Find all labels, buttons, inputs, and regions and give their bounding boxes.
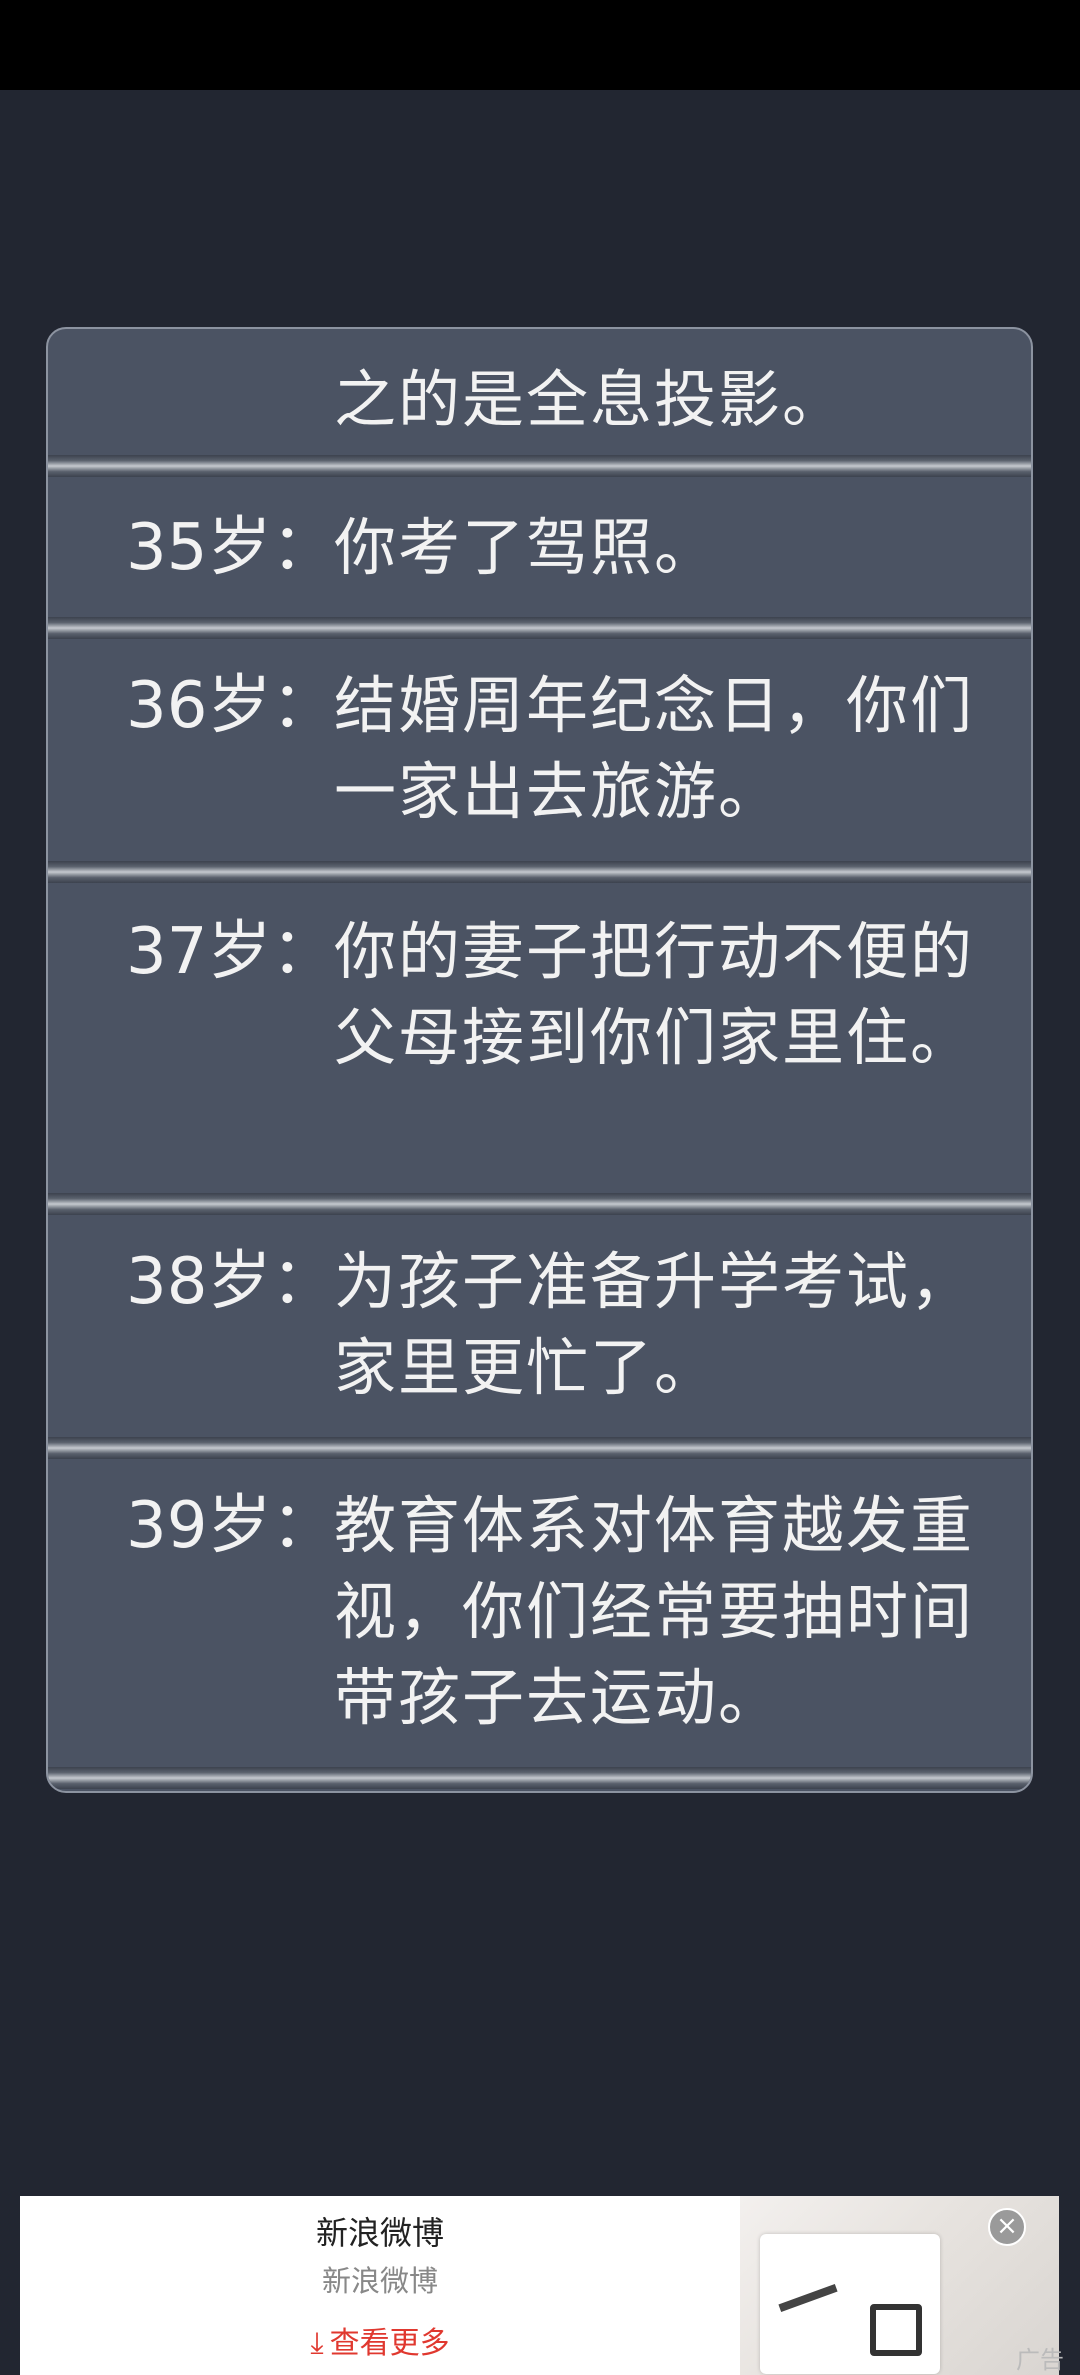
divider	[48, 455, 1031, 477]
event-text: 教育体系对体育越发重视，你们经常要抽时间带孩子去运动。	[334, 1489, 975, 1734]
life-event-36: 36岁： 结婚周年纪念日，你们一家出去旅游。	[48, 639, 1031, 861]
life-event-39: 39岁： 教育体系对体育越发重视，你们经常要抽时间带孩子去运动。	[48, 1459, 1031, 1767]
close-ad-icon[interactable]: ×	[988, 2208, 1026, 2246]
calligraphy-stroke	[778, 2283, 838, 2313]
ad-preview-card	[760, 2234, 940, 2374]
status-bar	[0, 0, 1080, 90]
event-text: 你考了驾照。	[334, 511, 719, 584]
age-label: 36岁：	[126, 669, 336, 743]
divider	[48, 1193, 1031, 1215]
age-label: 37岁：	[126, 915, 336, 989]
view-more-label: 查看更多	[329, 2326, 450, 2361]
event-text: 结婚周年纪念日，你们一家出去旅游。	[334, 669, 975, 828]
event-text: 为孩子准备升学考试，家里更忙了。	[334, 1245, 975, 1404]
life-event-37: 37岁： 你的妻子把行动不便的父母接到你们家里住。	[48, 883, 1031, 1193]
life-events-panel[interactable]: 之的是全息投影。 35岁： 你考了驾照。 36岁： 结婚周年纪念日，你们一家出去…	[46, 327, 1033, 1793]
ad-banner[interactable]: 新浪微博 新浪微博 ⤓ 查看更多	[20, 2196, 1059, 2375]
life-event-38: 38岁： 为孩子准备升学考试，家里更忙了。	[48, 1215, 1031, 1437]
life-event-35: 35岁： 你考了驾照。	[48, 477, 1031, 617]
calligraphy-stroke	[870, 2304, 922, 2356]
divider	[48, 1437, 1031, 1459]
partial-event-text: 之的是全息投影。	[334, 363, 847, 436]
age-label: 39岁：	[126, 1489, 336, 1563]
life-event-partial: 之的是全息投影。	[48, 329, 1031, 449]
view-more-button[interactable]: ⤓ 查看更多	[20, 2318, 740, 2362]
divider	[48, 1767, 1031, 1789]
download-icon: ⤓	[310, 2326, 324, 2361]
divider	[48, 617, 1031, 639]
age-label: 35岁：	[126, 511, 336, 585]
partial-event-line-1	[334, 329, 398, 357]
event-text: 你的妻子把行动不便的父母接到你们家里住。	[334, 915, 975, 1074]
ad-title: 新浪微博	[315, 2214, 444, 2252]
ad-subtitle: 新浪微博	[321, 2264, 438, 2298]
age-label: 38岁：	[126, 1245, 336, 1319]
divider	[48, 861, 1031, 883]
ad-label: 广告	[1016, 2346, 1064, 2374]
